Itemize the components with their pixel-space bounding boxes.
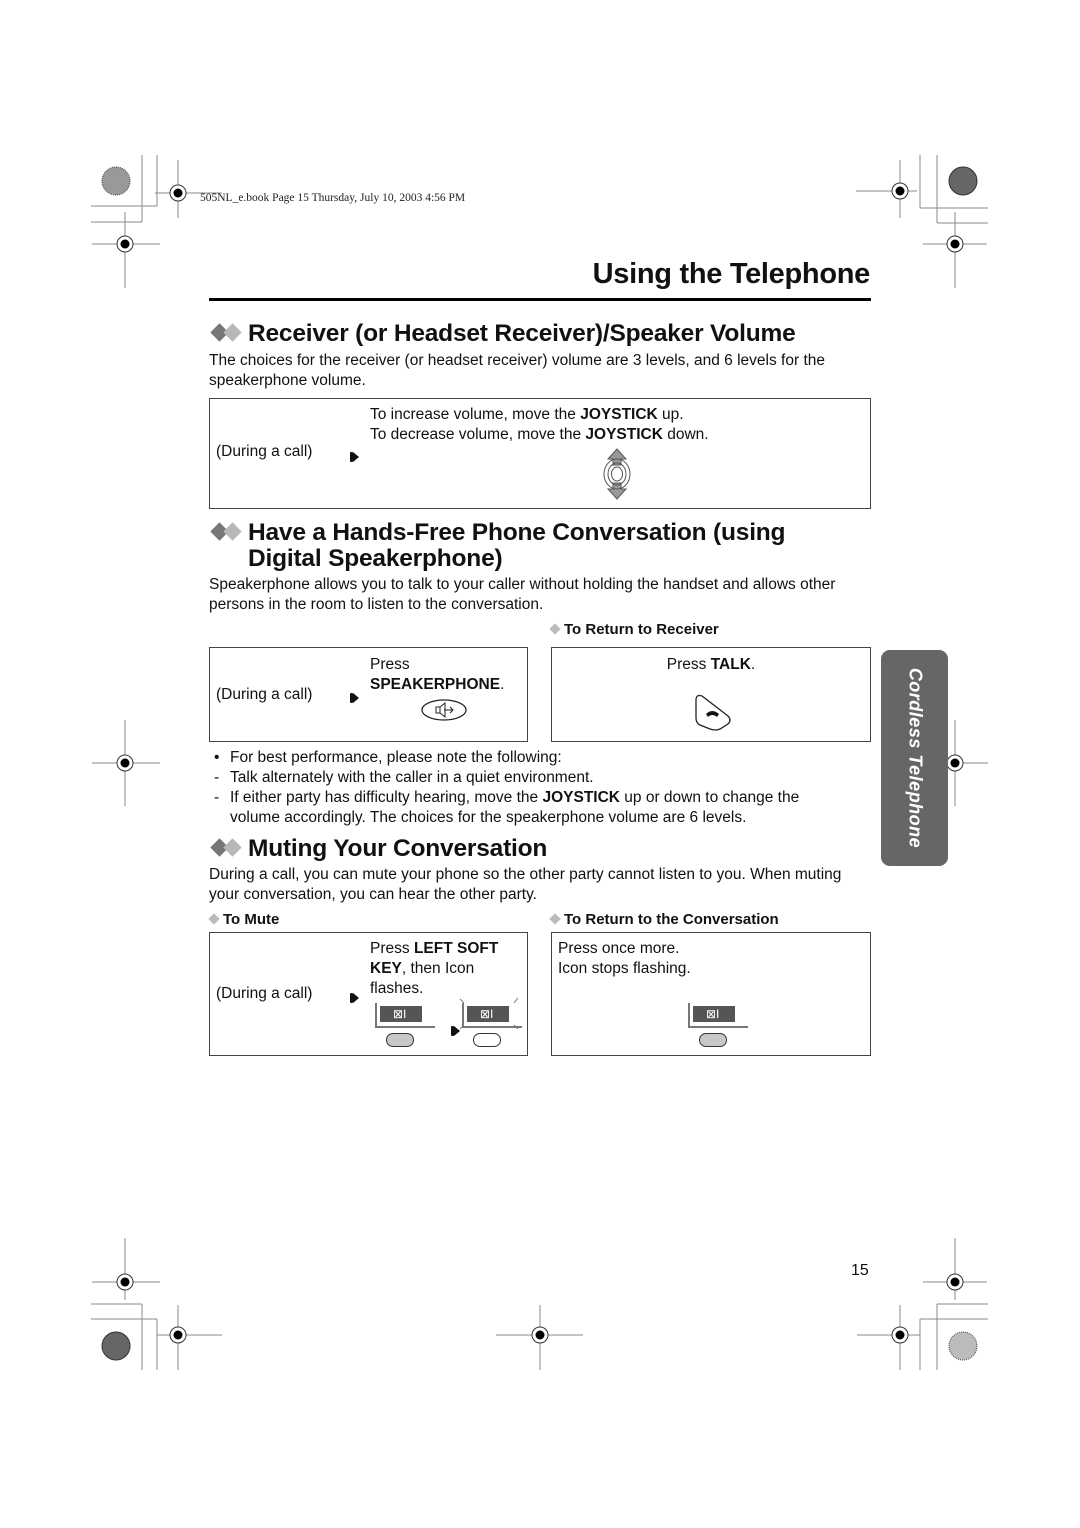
speakerphone-button-icon bbox=[421, 699, 467, 721]
left-soft-key-icon bbox=[473, 1033, 501, 1047]
arrow-icon bbox=[350, 693, 359, 703]
mute-heading: Muting Your Conversation bbox=[210, 836, 547, 862]
during-call-label: (During a call) bbox=[216, 686, 313, 703]
diamond-icon bbox=[208, 913, 220, 925]
during-call-label: (During a call) bbox=[216, 985, 313, 1002]
note-dash-1: - Talk alternately with the caller in a q… bbox=[214, 769, 594, 786]
side-tab-label: Cordless Telephone bbox=[905, 667, 925, 849]
volume-heading-text: Receiver (or Headset Receiver)/Speaker V… bbox=[248, 320, 796, 347]
diamond-icon bbox=[549, 623, 561, 635]
diamond-bullet-icon bbox=[210, 838, 248, 858]
handsfree-heading: Have a Hands-Free Phone Conversation (us… bbox=[210, 519, 786, 572]
print-metadata: 505NL_e.book Page 15 Thursday, July 10, … bbox=[200, 192, 466, 204]
title-rule bbox=[209, 298, 871, 301]
note-dash-2-cont: volume accordingly. The choices for the … bbox=[230, 809, 747, 826]
volume-intro: The choices for the receiver (or headset… bbox=[209, 352, 825, 389]
handsfree-heading-text: Have a Hands-Free Phone Conversation (us… bbox=[248, 519, 786, 572]
press-talk-text: Press TALK. bbox=[666, 656, 756, 673]
arrow-icon bbox=[350, 452, 359, 462]
diamond-icon bbox=[549, 913, 561, 925]
talk-instruction-box: Press TALK. bbox=[551, 647, 871, 742]
mute-instruction-text: Press LEFT SOFT KEY, then Icon flashes. bbox=[370, 940, 499, 997]
volume-heading: Receiver (or Headset Receiver)/Speaker V… bbox=[210, 321, 796, 347]
talk-button-icon bbox=[695, 694, 731, 731]
joystick-up-down-icon bbox=[603, 448, 631, 500]
mute-instruction-box: (During a call) Press LEFT SOFT KEY, then… bbox=[209, 932, 528, 1056]
return-to-conversation-subheading: To Return to the Conversation bbox=[549, 911, 779, 928]
speakerphone-key-text: SPEAKERPHONE. bbox=[370, 676, 505, 693]
press-label: Press bbox=[370, 656, 410, 673]
mute-intro: During a call, you can mute your phone s… bbox=[209, 866, 842, 903]
unmute-instruction-box: Press once more. Icon stops flashing. ⊠I bbox=[551, 932, 871, 1056]
flash-rays-icon bbox=[459, 997, 519, 1030]
arrow-icon bbox=[350, 993, 359, 1003]
increase-volume-text: To increase volume, move the JOYSTICK up… bbox=[370, 406, 684, 423]
icon-stops-flashing-text: Icon stops flashing. bbox=[558, 960, 691, 977]
diamond-bullet-icon bbox=[210, 522, 248, 542]
note-dash-2: - If either party has difficulty hearing,… bbox=[214, 789, 800, 806]
mute-heading-text: Muting Your Conversation bbox=[248, 835, 548, 862]
return-to-receiver-subheading: To Return to Receiver bbox=[549, 621, 719, 638]
cordless-telephone-tab[interactable]: Cordless Telephone bbox=[881, 650, 948, 866]
page-title: Using the Telephone bbox=[592, 258, 871, 290]
handsfree-intro: Speakerphone allows you to talk to your … bbox=[209, 576, 836, 613]
left-soft-key-icon bbox=[699, 1033, 727, 1047]
diamond-bullet-icon bbox=[210, 323, 248, 343]
during-call-label: (During a call) bbox=[216, 443, 313, 460]
to-mute-subheading: To Mute bbox=[208, 911, 279, 928]
volume-instruction-box: (During a call) To increase volume, move… bbox=[209, 398, 871, 509]
speakerphone-instruction-box: (During a call) Press SPEAKERPHONE. bbox=[209, 647, 528, 742]
left-soft-key-icon bbox=[386, 1033, 414, 1047]
press-once-more-text: Press once more. bbox=[558, 940, 680, 957]
notes-list: • For best performance, please note the f… bbox=[214, 748, 874, 828]
note-bullet: • For best performance, please note the f… bbox=[214, 749, 562, 766]
decrease-volume-text: To decrease volume, move the JOYSTICK do… bbox=[370, 426, 709, 443]
page-number: 15 bbox=[851, 1262, 869, 1279]
